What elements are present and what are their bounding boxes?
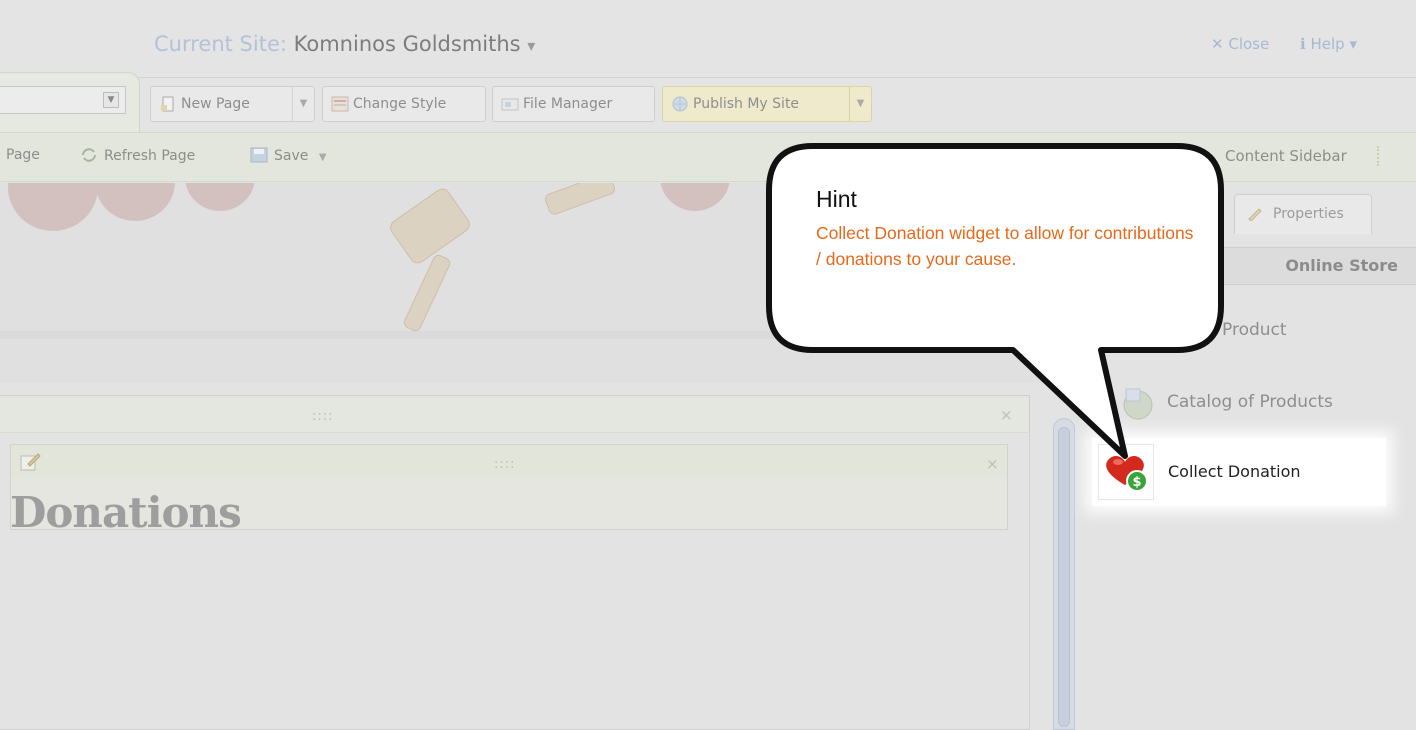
file-manager-icon (501, 98, 519, 111)
file-manager-button[interactable]: File Manager (492, 86, 655, 122)
refresh-icon (82, 148, 96, 162)
chevron-down-icon[interactable]: ▼ (103, 92, 119, 108)
new-page-label: New Page (181, 96, 250, 112)
properties-icon (1248, 208, 1262, 221)
help-icon: ℹ (1300, 35, 1306, 53)
save-button[interactable]: Save ▼ (250, 147, 327, 164)
publish-site-button[interactable]: Publish My Site ▼ (662, 86, 872, 122)
new-page-button[interactable]: New Page ▼ (150, 86, 315, 122)
current-site-label: Current Site: (154, 32, 287, 56)
hint-text: Collect Donation widget to allow for con… (816, 223, 1194, 269)
chevron-down-icon[interactable]: ▼ (292, 87, 314, 121)
page-heading[interactable]: Donations (10, 488, 242, 537)
help-menu[interactable]: ℹ Help ▾ (1300, 35, 1357, 53)
publish-label: Publish My Site (693, 96, 800, 112)
banner-bead (660, 183, 730, 211)
svg-text:$: $ (1132, 475, 1141, 490)
current-site-selector[interactable]: Current Site: Komninos Goldsmiths ▾ (154, 32, 535, 56)
save-label: Save (274, 148, 309, 164)
change-style-icon (331, 96, 349, 112)
drag-grip-icon[interactable]: :::: (494, 457, 516, 472)
banner-jewelry (386, 185, 474, 267)
refresh-page-button[interactable]: Refresh Page (80, 147, 195, 164)
banner-bead (185, 183, 255, 211)
help-label: Help (1310, 35, 1345, 53)
scrollbar-thumb[interactable] (1058, 427, 1070, 727)
page-select[interactable]: ▼ (0, 86, 126, 114)
banner-bead (8, 183, 98, 231)
page-button[interactable]: Page (6, 147, 40, 163)
chevron-down-icon: ▾ (527, 36, 536, 55)
change-style-label: Change Style (353, 96, 447, 112)
banner-bead (95, 183, 175, 221)
new-page-icon (161, 96, 174, 112)
refresh-label: Refresh Page (104, 148, 196, 164)
site-builder-app: Current Site: Komninos Goldsmiths ▾ ✕ Cl… (0, 0, 1416, 730)
tab-properties-label: Properties (1273, 206, 1344, 222)
current-site-name: Komninos Goldsmiths (293, 32, 521, 56)
page-label: Page (6, 147, 40, 163)
banner-jewelry (543, 183, 617, 217)
tab-properties[interactable]: Properties (1234, 194, 1372, 234)
chevron-down-icon[interactable]: ▼ (849, 87, 871, 121)
drag-grip-icon[interactable]: :::: (312, 409, 334, 424)
close-label: Close (1228, 35, 1270, 53)
edit-icon[interactable] (20, 452, 42, 472)
chevron-down-icon[interactable]: ▼ (319, 152, 327, 163)
close-icon: ✕ (1211, 35, 1224, 53)
hint-title: Hint (816, 186, 857, 212)
category-title: Online Store (1285, 256, 1398, 275)
change-style-button[interactable]: Change Style (322, 86, 486, 122)
banner-jewelry (401, 252, 453, 334)
save-icon (250, 147, 268, 163)
chevron-down-icon: ▾ (1349, 35, 1357, 53)
publish-icon (672, 96, 688, 112)
sidebar-drag-handle[interactable] (1377, 146, 1383, 166)
file-manager-label: File Manager (523, 96, 613, 112)
close-button[interactable]: ✕ Close (1211, 35, 1269, 53)
content-sidebar-title: Content Sidebar (1225, 147, 1347, 165)
